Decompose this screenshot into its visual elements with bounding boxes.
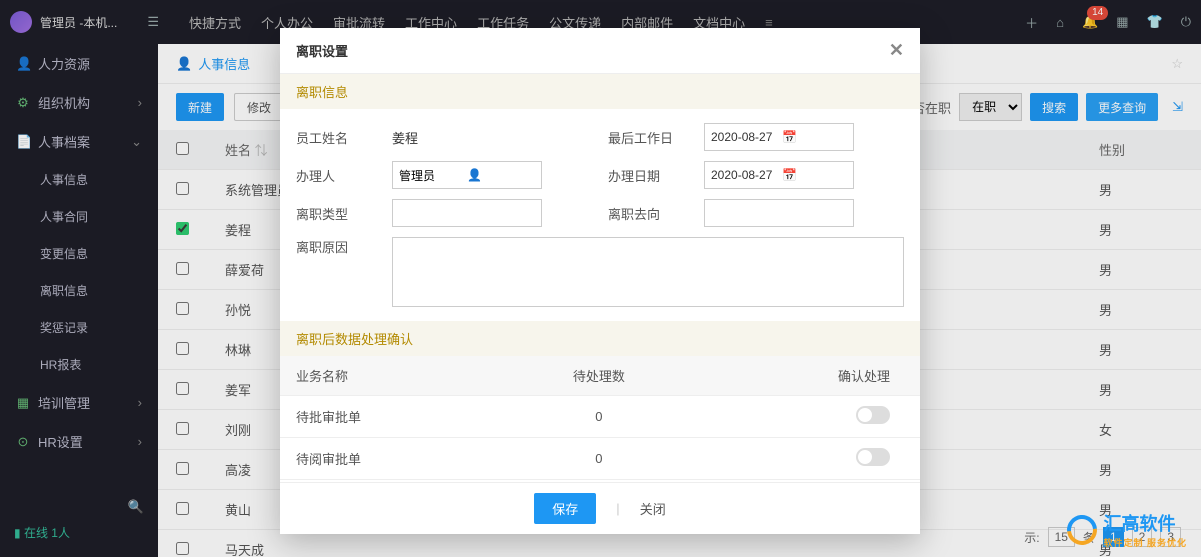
- biz-count: 0: [503, 438, 696, 480]
- emp-value: 姜程: [392, 128, 592, 147]
- section-data-confirm: 离职后数据处理确认: [280, 321, 920, 356]
- footer-divider: |: [616, 501, 619, 516]
- modal-header: 离职设置 ✕: [280, 28, 920, 74]
- logo-ring-icon: [1061, 508, 1103, 550]
- person-picker-icon[interactable]: 👤: [467, 168, 535, 182]
- handler-input[interactable]: 管理员👤: [392, 161, 542, 189]
- leave-modal: 离职设置 ✕ 离职信息 员工姓名 姜程 最后工作日 2020-08-27📅 办理…: [280, 28, 920, 534]
- handledate-label: 办理日期: [608, 166, 688, 185]
- dest-input[interactable]: [704, 199, 854, 227]
- reason-input[interactable]: [392, 237, 904, 307]
- biz-count: 0: [503, 396, 696, 438]
- biz-col-confirm: 确认处理: [695, 356, 920, 396]
- lastday-input[interactable]: 2020-08-27📅: [704, 123, 854, 151]
- confirm-toggle[interactable]: [856, 406, 890, 424]
- close-button[interactable]: 关闭: [640, 499, 666, 518]
- biz-row: 待批审批单 0: [280, 396, 920, 438]
- brand-text: 汇高软件: [1103, 514, 1175, 534]
- biz-name: 待阅审批单: [280, 438, 503, 480]
- reason-label: 离职原因: [296, 237, 376, 307]
- biz-col-count: 待处理数: [503, 356, 696, 396]
- watermark-logo: 汇高软件 软件定制 服务优化: [1067, 510, 1187, 549]
- confirm-toggle[interactable]: [856, 448, 890, 466]
- calendar-icon[interactable]: 📅: [782, 130, 847, 144]
- dest-label: 离职去向: [608, 204, 688, 223]
- modal-body: 离职信息 员工姓名 姜程 最后工作日 2020-08-27📅 办理人 管理员👤 …: [280, 74, 920, 482]
- lastday-label: 最后工作日: [608, 128, 688, 147]
- type-input[interactable]: [392, 199, 542, 227]
- close-icon[interactable]: ✕: [889, 40, 904, 61]
- biz-name: 待批审批单: [280, 396, 503, 438]
- calendar-icon[interactable]: 📅: [782, 168, 847, 182]
- biz-col-name: 业务名称: [280, 356, 503, 396]
- brand-sub: 软件定制 服务优化: [1103, 536, 1187, 549]
- emp-label: 员工姓名: [296, 128, 376, 147]
- modal-title: 离职设置: [296, 41, 348, 60]
- biz-row: 待阅审批单 0: [280, 438, 920, 480]
- type-label: 离职类型: [296, 204, 376, 223]
- leave-form: 员工姓名 姜程 最后工作日 2020-08-27📅 办理人 管理员👤 办理日期 …: [280, 109, 920, 321]
- handledate-input[interactable]: 2020-08-27📅: [704, 161, 854, 189]
- save-button[interactable]: 保存: [534, 493, 596, 524]
- handler-label: 办理人: [296, 166, 376, 185]
- biz-table: 业务名称 待处理数 确认处理 待批审批单 0 待阅审批单 0 承办审批单 0 待…: [280, 356, 920, 482]
- section-leave-info: 离职信息: [280, 74, 920, 109]
- modal-footer: 保存 | 关闭: [280, 482, 920, 534]
